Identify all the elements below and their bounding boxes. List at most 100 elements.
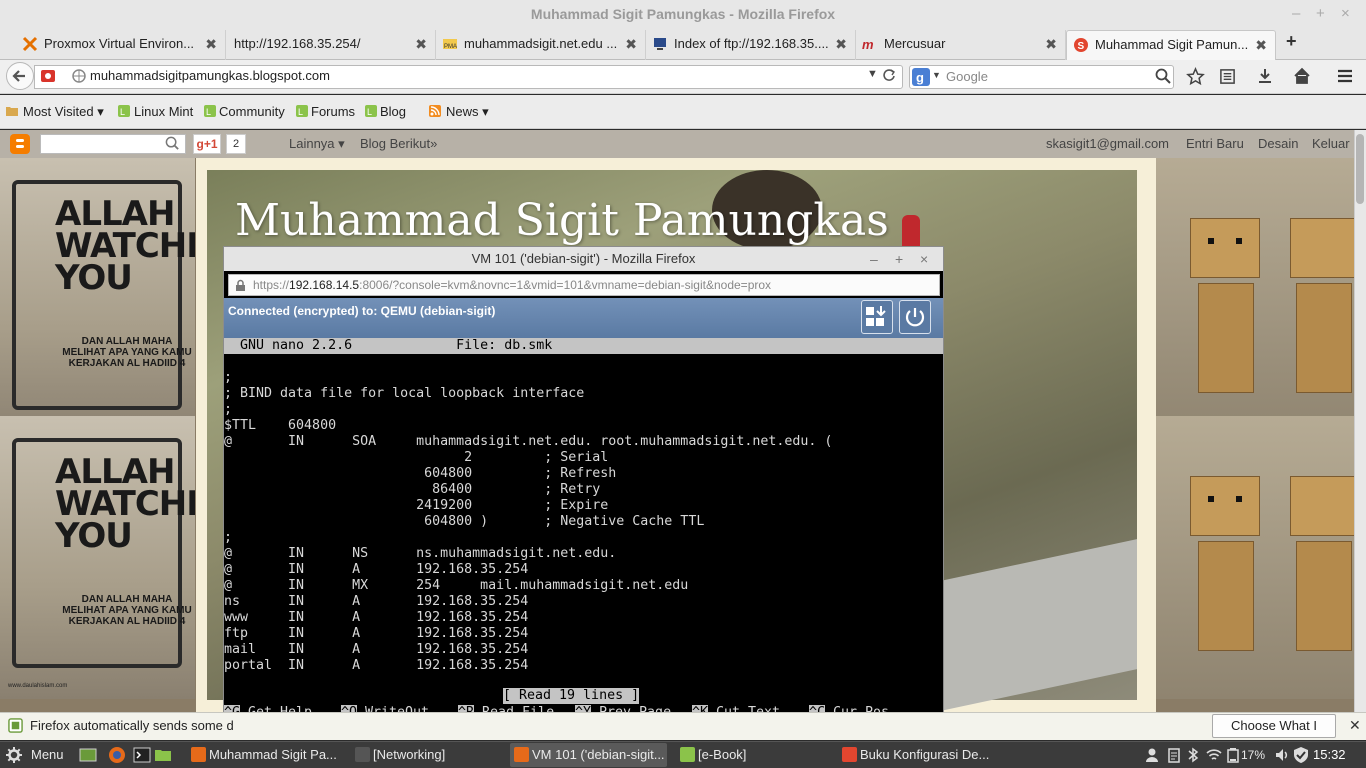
vm-url-rest: :8006/?console=kvm&novnc=1&vmid=101&vmna… (359, 278, 772, 292)
start-menu-button[interactable]: Menu (31, 743, 64, 767)
blog-title[interactable]: Muhammad Sigit Pamungkas (235, 195, 889, 246)
file-line: @ IN NS ns.muhammadsigit.net.edu. (224, 546, 617, 561)
search-engine-dropdown-icon[interactable]: ▼ (932, 70, 941, 80)
novnc-status-bar: Connected (encrypted) to: QEMU (debian-s… (224, 298, 943, 338)
bookmark-blog[interactable]: Blog (380, 104, 406, 119)
battery-percent: 17% (1241, 748, 1266, 762)
clipboard-icon[interactable] (1166, 747, 1182, 763)
maximize-icon[interactable]: + (1316, 0, 1325, 28)
blog-link-design[interactable]: Desain (1258, 136, 1298, 151)
bookmark-most-visited[interactable]: Most Visited ▾ (23, 104, 104, 120)
tab-bar: Proxmox Virtual Environ... ✖ http://192.… (0, 28, 1366, 60)
file-line: @ IN SOA muhammadsigit.net.edu. root.muh… (224, 434, 833, 449)
firefox-launcher-icon[interactable] (108, 746, 126, 764)
bookmark-news[interactable]: News ▾ (446, 104, 489, 120)
task-label: VM 101 ('debian-sigit... (532, 747, 665, 762)
url-text[interactable]: muhammadsigitpamungkas.blogspot.com (90, 68, 330, 83)
battery-icon[interactable] (1226, 747, 1240, 763)
blog-link-new-post[interactable]: Entri Baru (1186, 136, 1244, 151)
send-keys-button[interactable] (861, 300, 893, 334)
blogger-icon[interactable] (10, 134, 30, 154)
bookmark-star-icon[interactable] (1186, 67, 1205, 86)
show-desktop-icon[interactable] (79, 746, 97, 764)
file-line: ; (224, 530, 233, 545)
close-icon[interactable]: × (1341, 0, 1350, 28)
svg-text:L: L (298, 107, 303, 117)
file-line: 2419200 ; Expire (224, 498, 609, 513)
tab-ip[interactable]: http://192.168.35.254/ ✖ (226, 30, 436, 60)
task-app-icon (355, 747, 370, 762)
bookmark-community[interactable]: Community (219, 104, 285, 119)
minimize-icon[interactable]: – (870, 247, 878, 271)
bookmarks-list-icon[interactable] (1219, 68, 1236, 85)
choose-what-i-share-button[interactable]: Choose What I Share (1212, 714, 1336, 755)
menu-icon[interactable] (1336, 67, 1354, 85)
taskbar-task[interactable]: Buku Konfigurasi De... (838, 743, 998, 767)
home-icon[interactable] (1293, 67, 1311, 85)
tab-close-icon[interactable]: ✖ (625, 30, 637, 58)
google-plus-button[interactable]: g+1 (193, 134, 221, 154)
blog-user-email[interactable]: skasigit1@gmail.com (1046, 136, 1169, 151)
file-line: $TTL 604800 (224, 418, 337, 433)
notification-close-icon[interactable]: ✕ (1349, 717, 1361, 734)
proxmox-icon (22, 36, 38, 52)
tab-close-icon[interactable]: ✖ (835, 30, 847, 58)
tab-ftp[interactable]: Index of ftp://192.168.35.... ✖ (646, 30, 856, 60)
back-button[interactable] (6, 62, 34, 90)
blog-link-more[interactable]: Lainnya ▾ (289, 136, 345, 152)
terminal-launcher-icon[interactable] (133, 746, 151, 764)
taskbar-task[interactable]: Muhammad Sigit Pa... (187, 743, 347, 767)
bluetooth-icon[interactable] (1186, 747, 1200, 763)
file-line: 86400 ; Retry (224, 482, 601, 497)
close-icon[interactable]: × (920, 247, 928, 271)
tab-close-icon[interactable]: ✖ (1045, 30, 1057, 58)
mint-icon: L (296, 105, 308, 117)
clock: 15:32 (1313, 747, 1346, 762)
taskbar-task[interactable]: [e-Book] (676, 743, 831, 767)
scrollbar-thumb[interactable] (1356, 134, 1364, 204)
file-line: 604800 ) ; Negative Cache TTL (224, 514, 705, 529)
tab-phpmyadmin[interactable]: PMA muhammadsigit.net.edu ... ✖ (436, 30, 646, 60)
vm-url-bar[interactable]: https://192.168.14.5:8006/?console=kvm&n… (228, 274, 940, 296)
bookmark-forums[interactable]: Forums (311, 104, 355, 119)
tab-close-icon[interactable]: ✖ (205, 30, 217, 58)
keyboard-send-icon (866, 306, 886, 326)
url-dropdown-icon[interactable]: ▼ (867, 68, 878, 80)
bookmark-red-icon[interactable] (40, 68, 56, 84)
reload-icon[interactable] (882, 68, 896, 82)
blog-link-next[interactable]: Blog Berikut» (360, 136, 437, 151)
file-line: mail IN A 192.168.35.254 (224, 642, 529, 657)
user-icon[interactable] (1144, 747, 1160, 763)
tab-mercusuar[interactable]: m Mercusuar ✖ (856, 30, 1066, 60)
task-label: [Networking] (373, 747, 446, 762)
task-app-icon (842, 747, 857, 762)
bookmark-linux-mint[interactable]: Linux Mint (134, 104, 193, 119)
tab-proxmox[interactable]: Proxmox Virtual Environ... ✖ (16, 30, 226, 60)
taskbar-task[interactable]: [Networking] (351, 743, 506, 767)
tab-blog-active[interactable]: S Muhammad Sigit Pamun... ✖ (1066, 30, 1276, 60)
blog-link-sign-out[interactable]: Keluar (1312, 136, 1350, 151)
volume-icon[interactable] (1274, 747, 1290, 763)
shield-icon[interactable] (1292, 746, 1310, 764)
page-scrollbar[interactable] (1354, 130, 1366, 712)
tab-close-icon[interactable]: ✖ (415, 30, 427, 58)
files-launcher-icon[interactable] (154, 746, 172, 764)
downloads-icon[interactable] (1256, 67, 1274, 85)
taskbar-task[interactable]: VM 101 ('debian-sigit... (510, 743, 667, 767)
power-button[interactable] (899, 300, 931, 334)
tab-close-icon[interactable]: ✖ (1255, 31, 1267, 59)
new-tab-icon[interactable]: + (1286, 32, 1304, 51)
nano-header: GNU nano 2.2.6 File: db.smk (224, 338, 943, 354)
google-icon[interactable]: g (912, 68, 930, 86)
nano-terminal[interactable]: GNU nano 2.2.6 File: db.smk ;; BIND data… (224, 338, 943, 736)
settings-gear-icon[interactable] (6, 747, 22, 763)
minimize-icon[interactable]: – (1292, 0, 1300, 28)
maximize-icon[interactable]: + (895, 247, 903, 271)
wifi-icon[interactable] (1206, 747, 1222, 763)
search-icon[interactable] (1155, 68, 1171, 84)
file-line: @ IN MX 254 mail.muhammadsigit.net.edu (224, 578, 689, 593)
nano-status-message: [ Read 19 lines ] (503, 688, 640, 704)
search-input[interactable]: Google (946, 69, 988, 84)
search-icon[interactable] (165, 136, 180, 151)
task-app-icon (680, 747, 695, 762)
